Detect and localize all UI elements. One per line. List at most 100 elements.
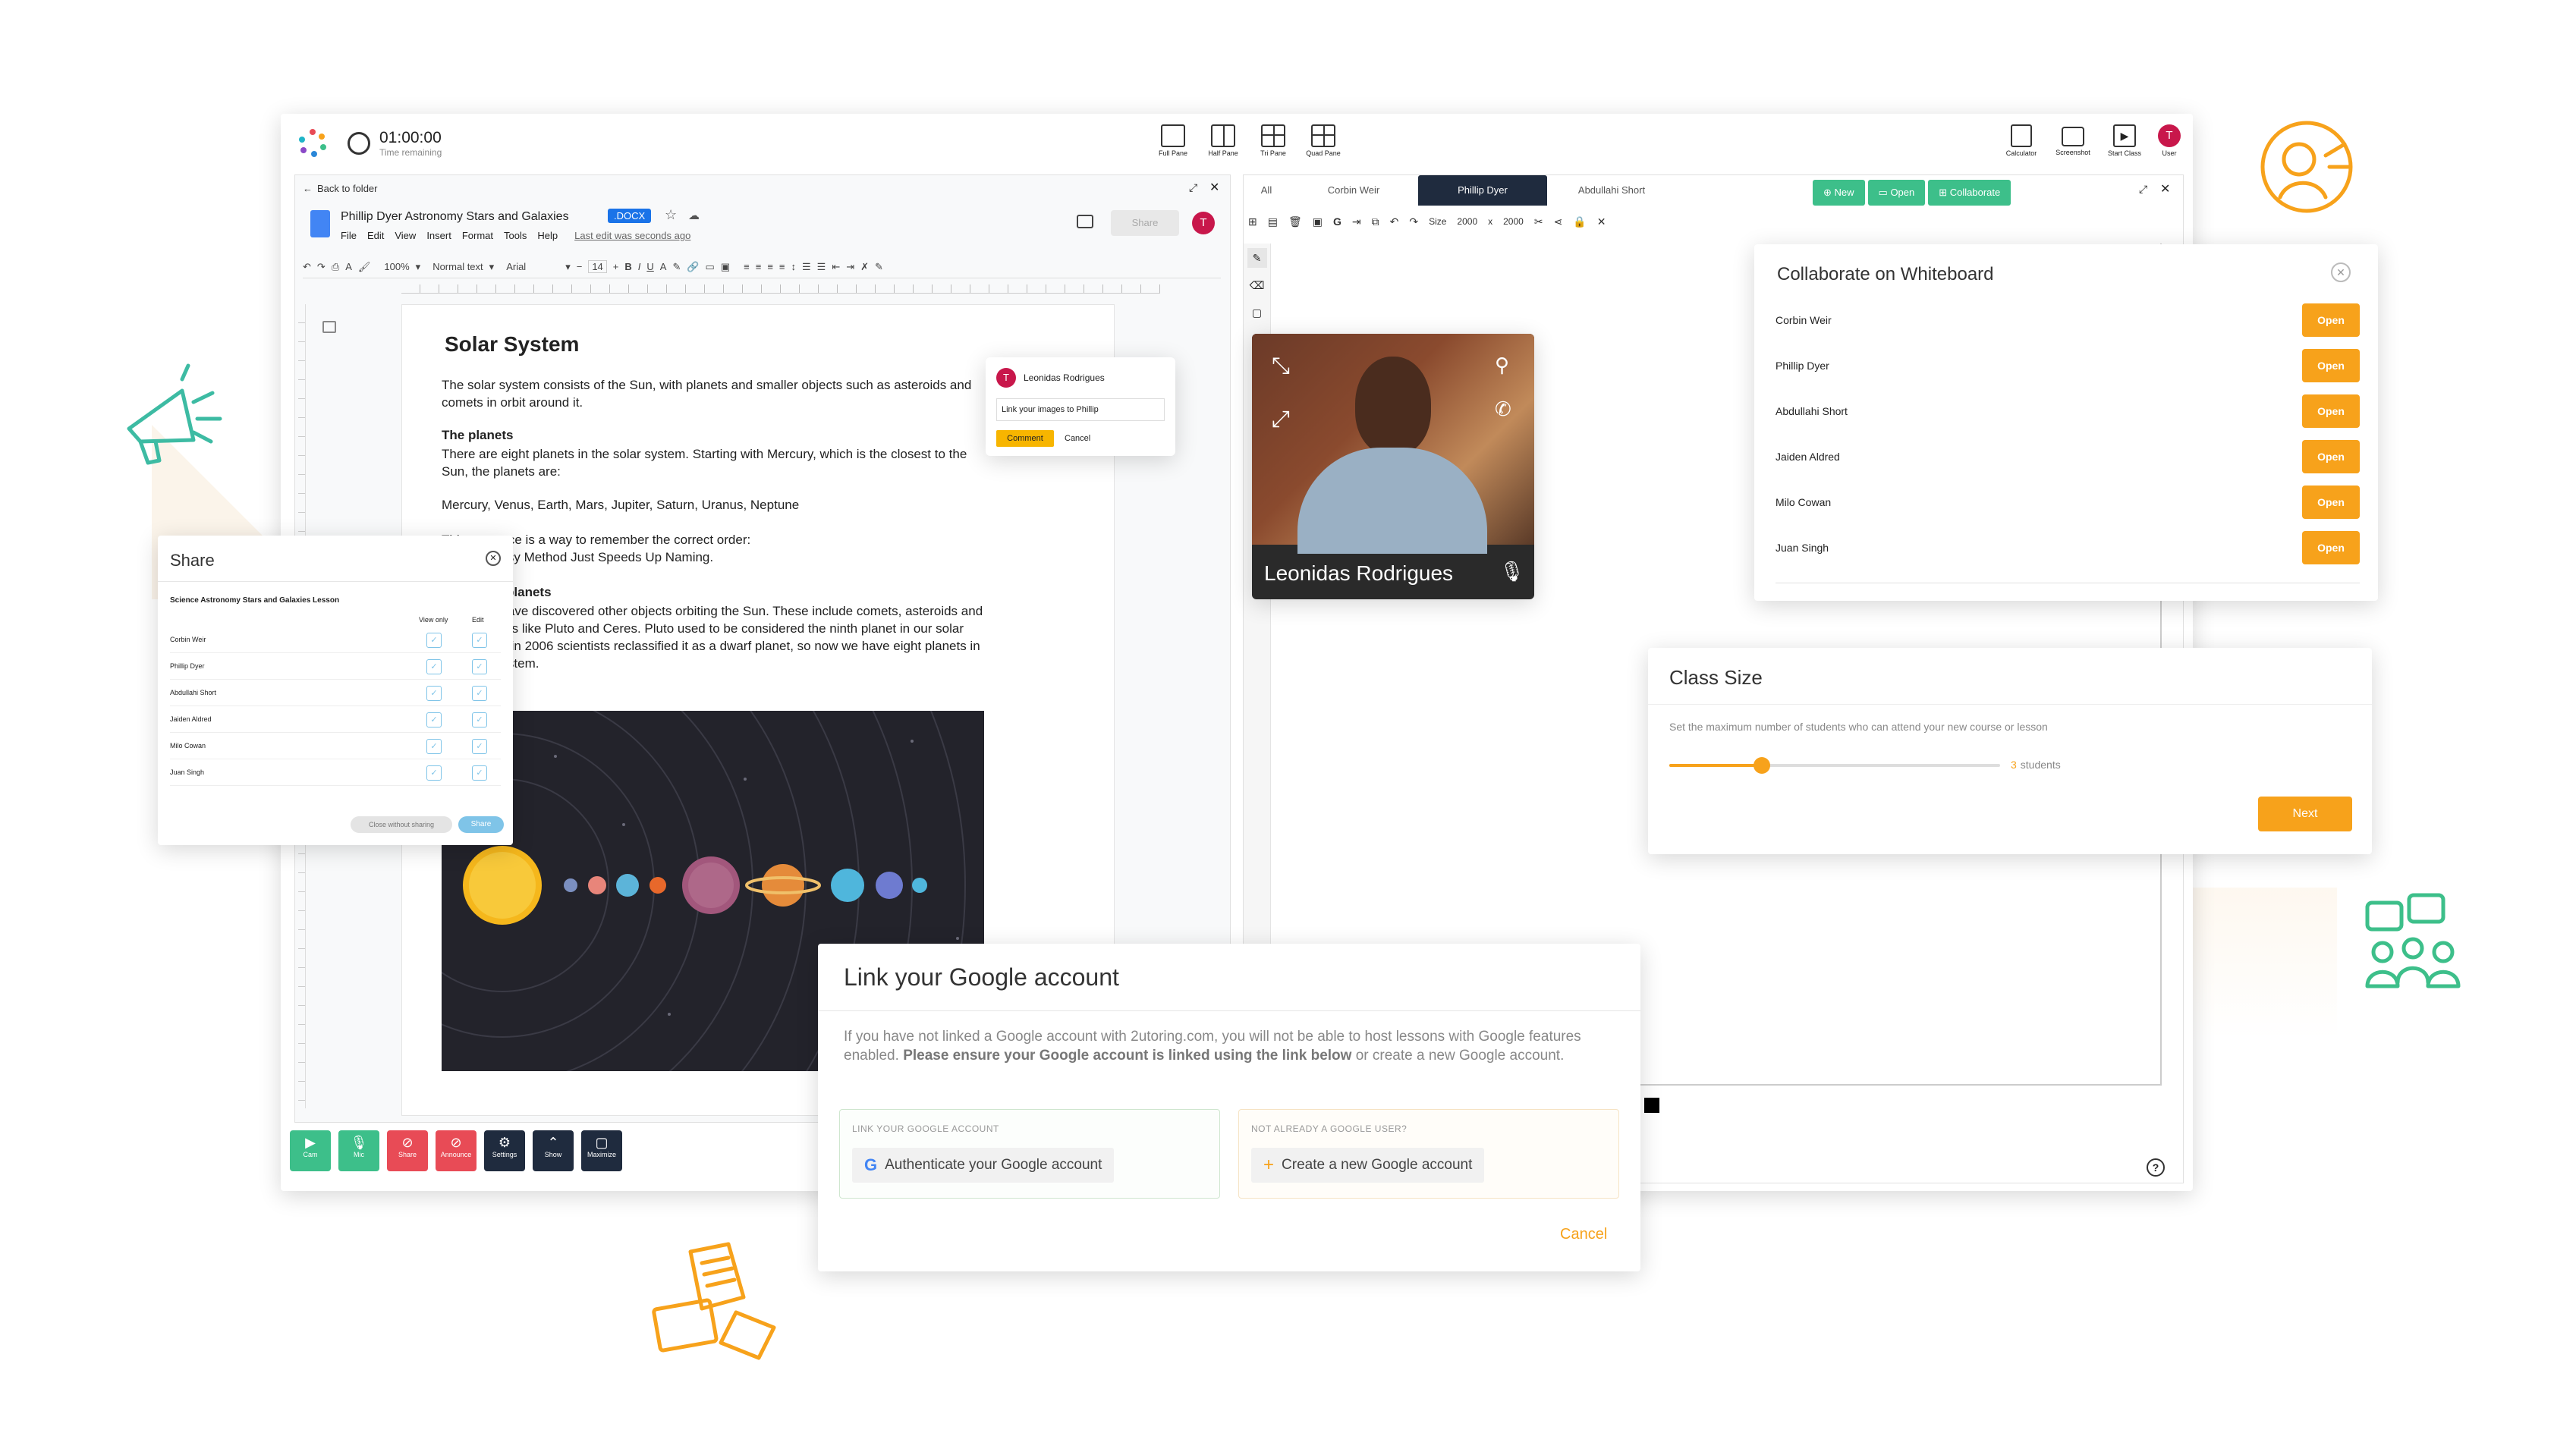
outline-icon[interactable] <box>322 321 336 333</box>
tab-corbin-weir[interactable]: Corbin Weir <box>1289 175 1418 206</box>
clear-format-icon[interactable]: ✗ <box>860 261 869 273</box>
highlight-icon[interactable]: ✎ <box>672 261 681 273</box>
collab-open-button[interactable]: Open <box>2302 394 2360 428</box>
font-select[interactable]: Arial <box>506 261 559 272</box>
comment-history-icon[interactable] <box>1077 215 1093 228</box>
close-icon[interactable]: ✕ <box>2160 181 2170 196</box>
pane-full-button[interactable]: Full Pane <box>1153 124 1193 157</box>
expand-icon[interactable]: ⤢ <box>2139 183 2147 196</box>
share-screen-button[interactable]: ⊘ Share <box>387 1130 428 1171</box>
italic-icon[interactable]: I <box>638 261 641 272</box>
fullscreen-icon[interactable]: ⤡ <box>1272 354 1290 379</box>
collab-open-button[interactable]: Open <box>2302 440 2360 473</box>
edit-mode-icon[interactable]: ✎ <box>875 261 883 273</box>
next-button[interactable]: Next <box>2258 797 2352 831</box>
menu-insert[interactable]: Insert <box>426 230 451 241</box>
tab-phillip-dyer[interactable]: Phillip Dyer <box>1418 175 1547 206</box>
collab-open-button[interactable]: Open <box>2302 486 2360 519</box>
copy-icon[interactable]: ⧉ <box>1372 215 1379 228</box>
close-icon[interactable]: ✕ <box>486 551 501 566</box>
image-icon[interactable]: ▣ <box>721 261 730 273</box>
indent-icon[interactable]: ⇤ <box>832 261 840 273</box>
menu-edit[interactable]: Edit <box>367 230 384 241</box>
export-icon[interactable]: ⇥ <box>1352 215 1361 228</box>
paint-format-icon[interactable]: 🖌 <box>358 261 371 273</box>
bold-icon[interactable]: B <box>624 261 631 272</box>
collab-open-button[interactable]: Open <box>2302 349 2360 382</box>
pen-icon[interactable]: ✎ <box>1247 248 1267 268</box>
announce-button[interactable]: ⊘ Announce <box>436 1130 477 1171</box>
outdent-icon[interactable]: ⇥ <box>846 261 854 273</box>
last-edit[interactable]: Last edit was seconds ago <box>574 230 690 241</box>
share-icon[interactable]: ⋖ <box>1554 215 1563 228</box>
close-without-sharing-button[interactable]: Close without sharing <box>351 816 452 833</box>
spellcheck-icon[interactable]: A <box>345 261 352 272</box>
google-icon[interactable]: G <box>1333 215 1341 228</box>
comment-submit-button[interactable]: Comment <box>996 430 1054 447</box>
line-spacing-icon[interactable]: ↕ <box>791 261 797 272</box>
share-submit-button[interactable]: Share <box>458 816 504 833</box>
mic-icon[interactable]: 🎙 <box>1499 560 1524 583</box>
width-input[interactable]: 2000 <box>1457 216 1477 227</box>
wb-open-button[interactable]: ▭ Open <box>1867 180 1926 206</box>
google-cancel-button[interactable]: Cancel <box>1560 1226 1607 1243</box>
help-icon[interactable]: ? <box>2147 1158 2165 1177</box>
edit-checkbox[interactable]: ✓ <box>472 739 487 754</box>
class-size-slider[interactable] <box>1669 757 2000 774</box>
cam-button[interactable]: ▶ Cam <box>290 1130 331 1171</box>
align-right-icon[interactable]: ≡ <box>767 261 773 272</box>
zoom-select[interactable]: 100% <box>384 261 409 272</box>
menu-format[interactable]: Format <box>462 230 493 241</box>
plus-icon[interactable]: + <box>613 261 619 272</box>
comment-input[interactable]: Link your images to Phillip <box>996 398 1165 421</box>
link-icon[interactable]: 🔗 <box>687 261 699 273</box>
trash-icon[interactable]: 🗑 <box>1288 215 1302 228</box>
comment-cancel-button[interactable]: Cancel <box>1065 430 1090 447</box>
comment-icon[interactable]: ▭ <box>706 261 715 273</box>
menu-file[interactable]: File <box>341 230 357 241</box>
view-only-checkbox[interactable]: ✓ <box>426 739 442 754</box>
view-only-checkbox[interactable]: ✓ <box>426 765 442 781</box>
bullet-list-icon[interactable]: ☰ <box>817 261 826 273</box>
edit-checkbox[interactable]: ✓ <box>472 686 487 701</box>
close-icon[interactable]: ✕ <box>1209 180 1219 195</box>
redo-icon[interactable]: ↷ <box>1409 215 1418 228</box>
slider-thumb[interactable] <box>1754 757 1771 774</box>
edit-checkbox[interactable]: ✓ <box>472 765 487 781</box>
eraser-icon[interactable]: ⌫ <box>1247 275 1267 295</box>
underline-icon[interactable]: U <box>646 261 653 272</box>
doc-share-button[interactable]: Share <box>1111 210 1179 236</box>
minus-icon[interactable]: − <box>577 261 583 272</box>
expand-icon[interactable]: ⤢ <box>1272 407 1290 432</box>
style-select[interactable]: Normal text <box>432 261 483 272</box>
align-center-icon[interactable]: ≡ <box>756 261 762 272</box>
color-swatch-black[interactable] <box>1643 1098 1659 1113</box>
doc-title[interactable]: Phillip Dyer Astronomy Stars and Galaxie… <box>341 210 569 224</box>
justify-icon[interactable]: ≡ <box>779 261 785 272</box>
lock-icon[interactable]: 🔒 <box>1573 215 1586 228</box>
close-icon[interactable]: ✕ <box>1597 215 1606 228</box>
maximize-button[interactable]: ▢ Maximize <box>581 1130 622 1171</box>
wb-new-button[interactable]: ⊕ New <box>1813 180 1865 206</box>
settings-button[interactable]: ⚙ Settings <box>484 1130 525 1171</box>
font-size-input[interactable]: 14 <box>588 260 607 273</box>
show-button[interactable]: ⌃ Show <box>533 1130 574 1171</box>
start-class-button[interactable]: ▶ Start Class <box>2103 124 2147 157</box>
grid-icon[interactable]: ⊞ <box>1248 215 1257 228</box>
pin-icon[interactable]: ⚲ <box>1495 354 1509 377</box>
cloud-icon[interactable]: ☁ <box>688 209 700 222</box>
edit-checkbox[interactable]: ✓ <box>472 659 487 674</box>
redo-icon[interactable]: ↷ <box>317 261 326 273</box>
menu-help[interactable]: Help <box>537 230 558 241</box>
tab-all[interactable]: All <box>1244 175 1289 206</box>
phone-icon[interactable]: ✆ <box>1495 398 1511 421</box>
image-icon[interactable]: ▣ <box>1313 215 1323 228</box>
shape-icon[interactable]: ▢ <box>1247 303 1267 322</box>
pane-quad-button[interactable]: Quad Pane <box>1304 124 1343 157</box>
mic-button[interactable]: 🎙 Mic <box>338 1130 379 1171</box>
screenshot-button[interactable]: Screenshot <box>2051 125 2095 156</box>
view-only-checkbox[interactable]: ✓ <box>426 686 442 701</box>
collab-open-button[interactable]: Open <box>2302 531 2360 564</box>
align-left-icon[interactable]: ≡ <box>744 261 750 272</box>
view-only-checkbox[interactable]: ✓ <box>426 633 442 648</box>
